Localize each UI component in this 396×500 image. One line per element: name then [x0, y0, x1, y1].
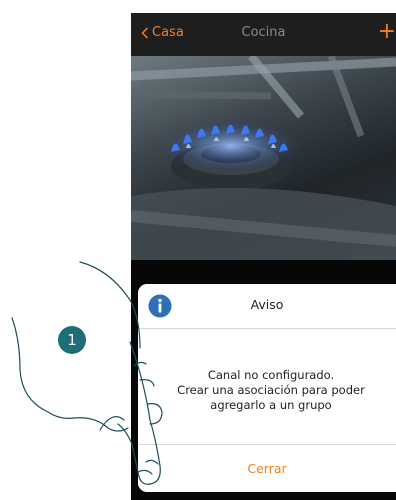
gas-burner-image — [131, 53, 396, 260]
room-photo — [131, 53, 396, 260]
dialog-header: Aviso — [138, 284, 396, 329]
page-title: Cocina — [241, 25, 286, 40]
dialog-message-line: Crear una asociación para poder — [177, 383, 365, 397]
dialog-message-line: agregarlo a un grupo — [210, 398, 332, 412]
add-button[interactable]: + — [378, 21, 396, 43]
alert-dialog: Aviso Canal no configurado. Crear una as… — [138, 284, 396, 492]
step-number-badge: 1 — [58, 326, 86, 354]
dialog-message: Canal no configurado. Crear una asociaci… — [156, 368, 386, 413]
dialog-message-line: Canal no configurado. — [207, 368, 335, 382]
navigation-bar: Casa Cocina + — [131, 13, 396, 56]
dialog-title: Aviso — [250, 297, 284, 312]
close-button[interactable]: Cerrar — [138, 444, 396, 493]
